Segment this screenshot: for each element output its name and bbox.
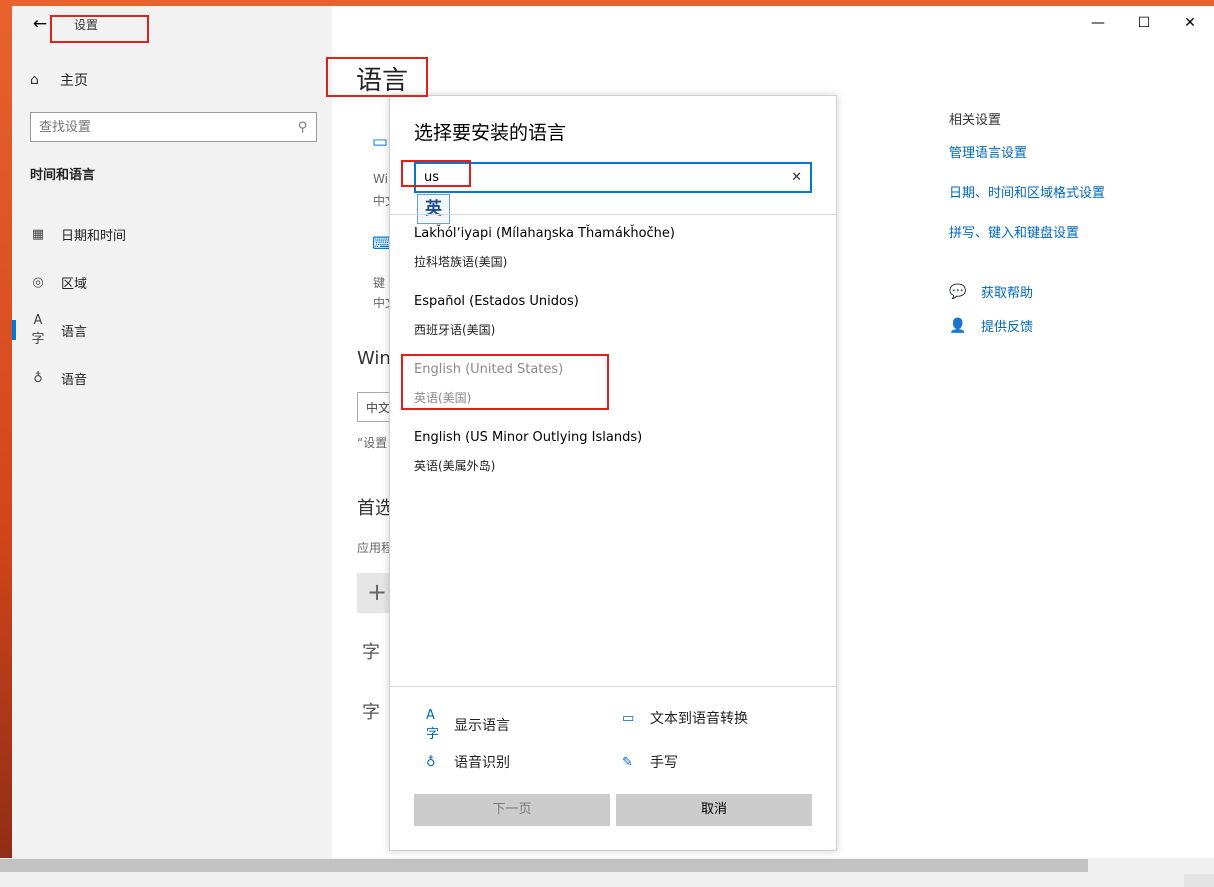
divider: [390, 214, 836, 215]
home-link[interactable]: ⌂ 主页: [30, 70, 88, 90]
bg-windows-display-heading: Win: [357, 348, 391, 369]
section-title: 时间和语言: [30, 168, 96, 183]
get-help-link[interactable]: 💬 获取帮助: [949, 282, 1034, 302]
page-title: 语言: [356, 66, 409, 96]
laptop-icon: ▭: [372, 132, 389, 152]
language-icon: A字: [31, 313, 45, 347]
related-settings: 相关设置 管理语言设置 日期、时间和区域格式设置 拼写、键入和键盘设置: [949, 109, 1105, 262]
settings-search-input[interactable]: [39, 119, 299, 135]
text-to-speech-icon: ▭: [622, 710, 635, 726]
language-native-name: Lakȟólʼiyapi (Mílahaŋska Tȟamákȟočhe): [414, 226, 675, 241]
language-search-box[interactable]: ✕: [414, 162, 812, 193]
language-native-name: English (United States): [414, 362, 564, 377]
spelling-typing-keyboard-link[interactable]: 拼写、键入和键盘设置: [949, 222, 1105, 241]
back-button[interactable]: ←: [28, 12, 52, 36]
help-section: 💬 获取帮助 👤 提供反馈: [949, 282, 1033, 350]
related-settings-header: 相关设置: [949, 113, 1002, 128]
scrollbar-corner: [1184, 874, 1214, 887]
sidebar-item-label: 日期和时间: [61, 228, 127, 244]
sidebar-nav: ▦ 日期和时间 ◎ 区域 A字 语言 ♁ 语音: [12, 210, 332, 402]
feature-label: 显示语言: [454, 718, 510, 734]
feature-label: 文本到语音转换: [650, 711, 748, 727]
home-icon: ⌂: [30, 72, 39, 88]
sidebar: ← 设置 ⌂ 主页 ⚲ 时间和语言 ▦ 日期和时间 ◎ 区域 A字 语言: [12, 6, 332, 870]
minimize-button[interactable]: —: [1075, 12, 1121, 34]
language-list-item[interactable]: Español (Estados Unidos) 西班牙语(美国): [390, 288, 836, 356]
sidebar-item-region[interactable]: ◎ 区域: [12, 258, 332, 306]
feature-text-to-speech: ▭ 文本到语音转换: [622, 708, 748, 728]
feature-label: 语音识别: [454, 755, 510, 771]
next-button[interactable]: 下一页: [414, 794, 610, 826]
language-list-item[interactable]: Lakȟólʼiyapi (Mílahaŋska Tȟamákȟočhe) 拉科…: [390, 220, 836, 288]
sidebar-item-date-time[interactable]: ▦ 日期和时间: [12, 210, 332, 258]
sidebar-item-speech[interactable]: ♁ 语音: [12, 354, 332, 402]
language-local-name: 拉科塔族语(美国): [414, 255, 508, 269]
scrollbar-thumb[interactable]: [0, 859, 1088, 872]
language-local-name: 英语(美国): [414, 391, 472, 405]
home-label: 主页: [60, 73, 88, 89]
cancel-button[interactable]: 取消: [616, 794, 812, 826]
manage-language-settings-link[interactable]: 管理语言设置: [949, 142, 1105, 161]
horizontal-scrollbar[interactable]: [0, 858, 1214, 887]
sidebar-item-language[interactable]: A字 语言: [12, 306, 332, 354]
sidebar-item-label: 语言: [61, 324, 88, 340]
pen-icon: ✎: [622, 754, 633, 770]
clear-search-icon[interactable]: ✕: [791, 170, 802, 185]
bg-quote-text: “设置: [357, 436, 388, 450]
display-language-icon: A字: [426, 708, 440, 742]
language-native-name: English (US Minor Outlying Islands): [414, 430, 643, 445]
language-list-item[interactable]: English (United States) 英语(美国): [390, 356, 836, 424]
language-local-name: 英语(美属外岛): [414, 459, 496, 473]
bg-windows-text: Wi: [373, 172, 388, 186]
feature-speech-recognition: ♁ 语音识别: [426, 752, 510, 772]
app-title: 设置: [74, 18, 99, 32]
microphone-icon: ♁: [33, 370, 43, 386]
language-list-item[interactable]: English (US Minor Outlying Islands) 英语(美…: [390, 424, 836, 492]
feedback-link[interactable]: 👤 提供反馈: [949, 316, 1034, 336]
divider: [390, 686, 836, 687]
sidebar-item-label: 区域: [61, 276, 88, 292]
date-time-region-format-link[interactable]: 日期、时间和区域格式设置: [949, 182, 1105, 201]
settings-window: ← 设置 ⌂ 主页 ⚲ 时间和语言 ▦ 日期和时间 ◎ 区域 A字 语言: [12, 6, 1214, 870]
feature-handwriting: ✎ 手写: [622, 752, 678, 772]
feature-label: 手写: [650, 755, 678, 771]
calendar-clock-icon: ▦: [31, 226, 45, 242]
bg-preferred-heading: 首选: [357, 498, 393, 519]
help-chat-icon: 💬: [949, 283, 967, 300]
language-search-input[interactable]: [424, 170, 792, 185]
get-help-label: 获取帮助: [981, 286, 1034, 301]
feedback-label: 提供反馈: [981, 320, 1034, 335]
install-language-dialog: 选择要安装的语言 ✕ 英 Lakȟólʼiyapi (Mílahaŋska Tȟ…: [389, 95, 837, 851]
bg-keyboard-text: 键: [373, 276, 386, 290]
settings-search-box[interactable]: ⚲: [30, 112, 317, 142]
sidebar-item-label: 语音: [61, 372, 88, 388]
language-list: Lakȟólʼiyapi (Mílahaŋska Tȟamákȟočhe) 拉科…: [390, 220, 836, 492]
search-icon[interactable]: ⚲: [298, 120, 308, 135]
language-local-name: 西班牙语(美国): [414, 323, 496, 337]
globe-icon: ◎: [32, 274, 44, 290]
feedback-icon: 👤: [949, 317, 967, 334]
maximize-button[interactable]: ☐: [1121, 12, 1167, 34]
microphone-icon: ♁: [426, 754, 436, 770]
bg-language-icon-2: 字: [362, 702, 380, 723]
dialog-title: 选择要安装的语言: [414, 122, 567, 144]
close-button[interactable]: ✕: [1167, 12, 1213, 34]
bg-app-text: 应用程: [357, 541, 394, 555]
bg-language-icon-1: 字: [362, 642, 380, 663]
feature-display-language: A字 显示语言: [426, 708, 510, 742]
language-native-name: Español (Estados Unidos): [414, 294, 579, 309]
